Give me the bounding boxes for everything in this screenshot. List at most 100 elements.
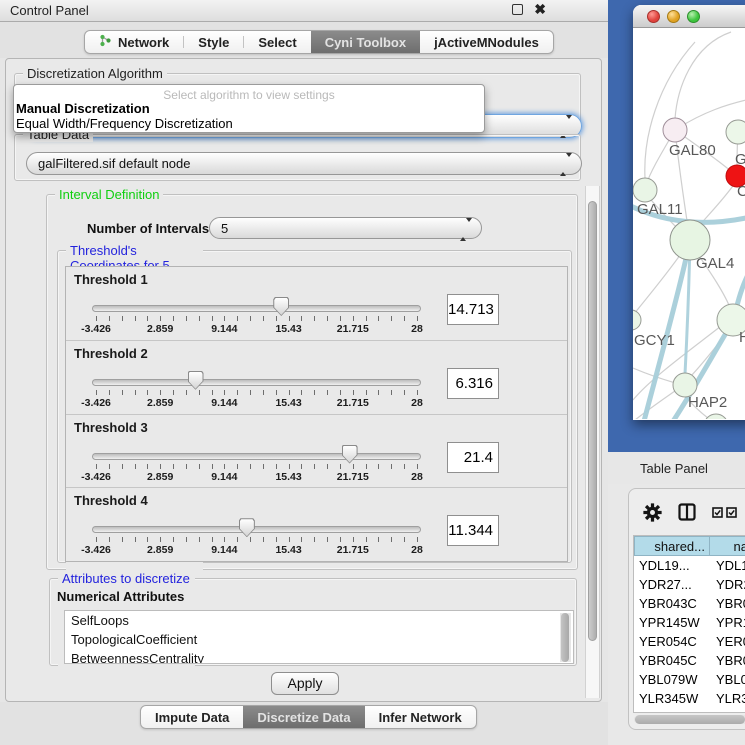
slider-tick xyxy=(378,316,379,321)
slider-tick xyxy=(250,537,251,542)
tab-style[interactable]: Style xyxy=(184,31,243,53)
slider-track[interactable] xyxy=(92,305,421,312)
tab-impute-data[interactable]: Impute Data xyxy=(141,706,243,728)
table-row[interactable]: YBR045CYBR0 xyxy=(634,651,745,670)
float-window-icon[interactable] xyxy=(512,4,523,15)
table-row[interactable]: YDL19...YDL1 xyxy=(634,556,745,575)
slider-tick xyxy=(237,390,238,395)
slider-tick xyxy=(160,390,161,395)
cell-shared-name: YBR043C xyxy=(634,594,710,613)
network-node[interactable] xyxy=(670,220,710,260)
list-scrollbar[interactable] xyxy=(560,613,571,662)
numerical-attributes-list[interactable]: SelfLoopsTopologicalCoefficientBetweenne… xyxy=(64,610,574,664)
slider-handle[interactable] xyxy=(188,371,204,390)
number-of-intervals-combobox[interactable]: 5 xyxy=(209,217,482,239)
table-row[interactable]: YBR043CYBR0 xyxy=(634,594,745,613)
slider-tick-label: 28 xyxy=(411,323,423,335)
cell-shared-name: YDR27... xyxy=(634,575,710,594)
threshold-label: Threshold 4 xyxy=(74,493,148,508)
table-row[interactable]: YPR145WYPR1 xyxy=(634,613,745,632)
table-row[interactable]: YIL052CYIL0 xyxy=(634,708,745,712)
network-node[interactable] xyxy=(633,178,657,202)
threshold-value-field[interactable]: 21.4 xyxy=(447,442,499,473)
network-node[interactable] xyxy=(704,414,728,419)
slider-tick xyxy=(173,390,174,395)
tab-label: Select xyxy=(258,35,296,50)
tab-network[interactable]: Network xyxy=(85,31,183,53)
select-columns-icons[interactable] xyxy=(712,507,737,518)
slider-tick xyxy=(340,537,341,542)
attribute-item[interactable]: BetweennessCentrality xyxy=(65,649,573,664)
slider-tick xyxy=(109,537,110,542)
apply-button[interactable]: Apply xyxy=(271,672,339,695)
network-edge xyxy=(675,32,731,119)
slider-track[interactable] xyxy=(92,379,421,386)
threshold-value-field[interactable]: 14.713 xyxy=(447,294,499,325)
threshold-value-field[interactable]: 11.344 xyxy=(447,515,499,546)
network-node[interactable] xyxy=(633,310,641,330)
vertical-scrollbar[interactable] xyxy=(585,186,600,698)
network-icon xyxy=(99,34,112,50)
slider-tick xyxy=(96,390,97,395)
gear-icon[interactable] xyxy=(643,503,662,522)
algorithm-dropdown-popup: Select algorithm to view settings Manual… xyxy=(13,84,485,133)
algorithm-option[interactable]: Manual Discretization xyxy=(14,102,484,117)
slider-tick-label: 9.144 xyxy=(211,544,237,556)
cell-name: YBR0 xyxy=(710,594,745,613)
slider-handle[interactable] xyxy=(342,445,358,464)
slider-tick xyxy=(122,464,123,469)
cell-shared-name: YPR145W xyxy=(634,613,710,632)
cell-shared-name: YBL079W xyxy=(634,670,710,689)
table-row[interactable]: YLR345WYLR3 xyxy=(634,689,745,708)
network-node[interactable] xyxy=(726,120,745,144)
right-panel: GAL80GAGAL11CGAL4GCY1HHAP2 Table Panel xyxy=(608,0,745,745)
slider-tick xyxy=(96,464,97,469)
slider-tick xyxy=(353,464,354,469)
table-row[interactable]: YER054CYER0 xyxy=(634,632,745,651)
tab-select[interactable]: Select xyxy=(244,31,310,53)
columns-icon[interactable] xyxy=(678,503,696,521)
slider-handle[interactable] xyxy=(273,297,289,316)
thresholds-group: Threshold's Coordinates for 5 Intervals … xyxy=(57,250,572,563)
node-label: C xyxy=(737,183,745,200)
node-label: GAL11 xyxy=(637,201,683,218)
minimize-traffic-light[interactable] xyxy=(667,10,680,23)
slider-tick xyxy=(263,537,264,542)
node-table: shared... na YDL19...YDL1YDR27...YDR2YBR… xyxy=(633,535,745,713)
algorithm-option[interactable]: Equal Width/Frequency Discretization xyxy=(14,117,484,132)
zoom-traffic-light[interactable] xyxy=(687,10,700,23)
slider-tick xyxy=(212,316,213,321)
tab-jactivemnodules[interactable]: jActiveMNodules xyxy=(420,31,553,53)
table-panel-title: Table Panel xyxy=(608,461,708,476)
slider-handle[interactable] xyxy=(239,518,255,537)
slider-track[interactable] xyxy=(92,453,421,460)
tab-discretize-data[interactable]: Discretize Data xyxy=(243,706,364,728)
table-data-combobox[interactable]: galFiltered.sif default node xyxy=(26,152,582,175)
slider-tick xyxy=(378,390,379,395)
slider-tick xyxy=(353,316,354,321)
close-icon[interactable]: ✖ xyxy=(534,4,546,15)
node-label: GAL80 xyxy=(669,142,716,159)
slider-tick xyxy=(237,316,238,321)
column-header-name[interactable]: na xyxy=(710,536,745,556)
slider-track[interactable] xyxy=(92,526,421,533)
numerical-attributes-label: Numerical Attributes xyxy=(57,589,184,604)
slider-tick xyxy=(135,464,136,469)
threshold-panel: Threshold 1-3.4262.8599.14415.4321.71528… xyxy=(66,267,567,340)
attribute-item[interactable]: TopologicalCoefficient xyxy=(65,630,573,649)
tab-infer-network[interactable]: Infer Network xyxy=(365,706,476,728)
slider-tick xyxy=(199,537,200,542)
horizontal-scrollbar[interactable] xyxy=(634,715,745,724)
tab-cyni-toolbox[interactable]: Cyni Toolbox xyxy=(311,31,420,53)
table-row[interactable]: YBL079WYBL0 xyxy=(634,670,745,689)
close-traffic-light[interactable] xyxy=(647,10,660,23)
table-row[interactable]: YDR27...YDR2 xyxy=(634,575,745,594)
column-header-shared-name[interactable]: shared... xyxy=(634,536,710,556)
threshold-value-field[interactable]: 6.316 xyxy=(447,368,499,399)
attribute-item[interactable]: SelfLoops xyxy=(65,611,573,630)
network-node[interactable] xyxy=(663,118,687,142)
slider-tick xyxy=(263,316,264,321)
network-canvas[interactable]: GAL80GAGAL11CGAL4GCY1HHAP2 xyxy=(633,28,745,419)
slider-tick xyxy=(135,316,136,321)
slider-tick xyxy=(250,464,251,469)
